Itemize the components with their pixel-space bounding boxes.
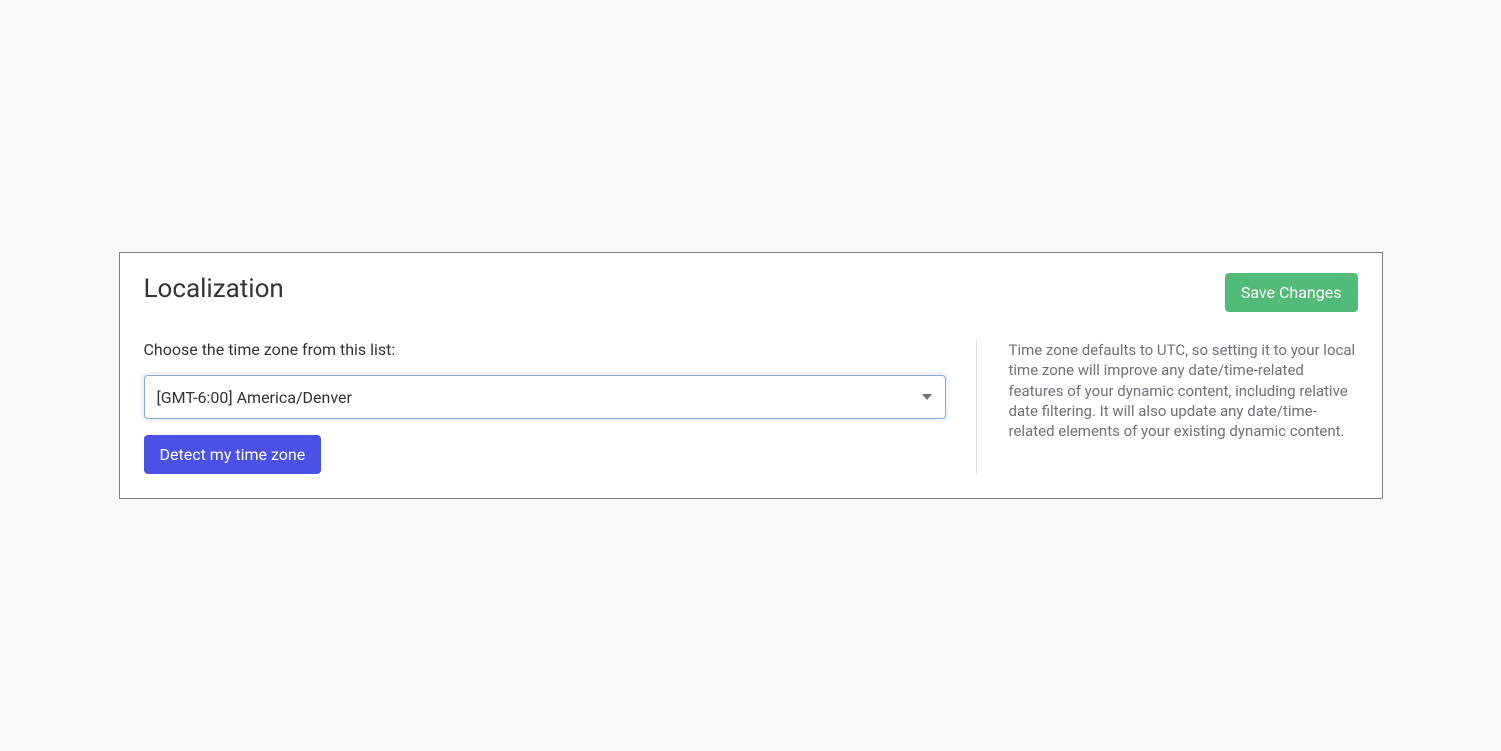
timezone-select[interactable]: [GMT-6:00] America/Denver bbox=[144, 375, 946, 419]
card-title: Localization bbox=[144, 273, 284, 307]
timezone-label: Choose the time zone from this list: bbox=[144, 340, 946, 359]
timezone-select-wrapper: [GMT-6:00] America/Denver bbox=[144, 375, 946, 419]
help-column: Time zone defaults to UTC, so setting it… bbox=[976, 340, 1358, 474]
timezone-form-column: Choose the time zone from this list: [GM… bbox=[144, 340, 976, 474]
detect-timezone-button[interactable]: Detect my time zone bbox=[144, 435, 322, 474]
card-header: Localization Save Changes bbox=[144, 273, 1358, 312]
timezone-selected-value: [GMT-6:00] America/Denver bbox=[157, 388, 352, 407]
save-changes-button[interactable]: Save Changes bbox=[1225, 273, 1358, 312]
localization-card: Localization Save Changes Choose the tim… bbox=[119, 252, 1383, 499]
timezone-help-text: Time zone defaults to UTC, so setting it… bbox=[1009, 340, 1358, 441]
content-row: Choose the time zone from this list: [GM… bbox=[144, 340, 1358, 474]
